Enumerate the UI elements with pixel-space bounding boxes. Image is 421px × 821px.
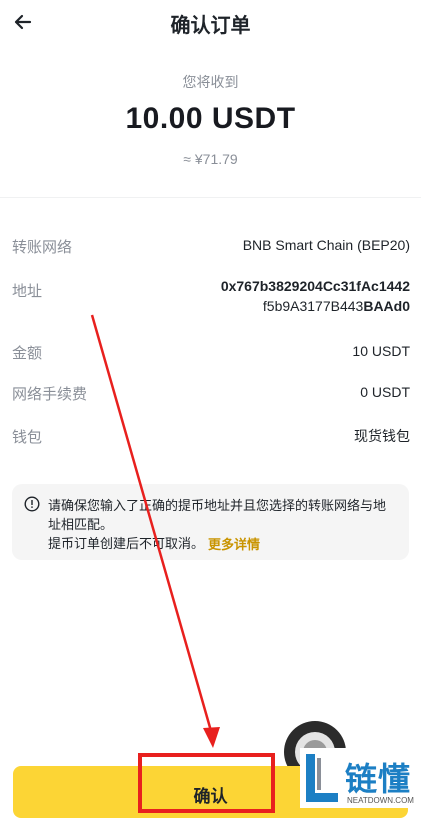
watermark-brand: 链懂 xyxy=(345,760,412,798)
watermark-site: NEATDOWN.COM xyxy=(347,796,414,805)
watermark: 链懂 NEATDOWN.COM xyxy=(300,748,421,808)
brand-logo-icon xyxy=(306,754,338,802)
annotation-arrow xyxy=(90,314,220,748)
annotation-highlight-box xyxy=(138,753,275,813)
